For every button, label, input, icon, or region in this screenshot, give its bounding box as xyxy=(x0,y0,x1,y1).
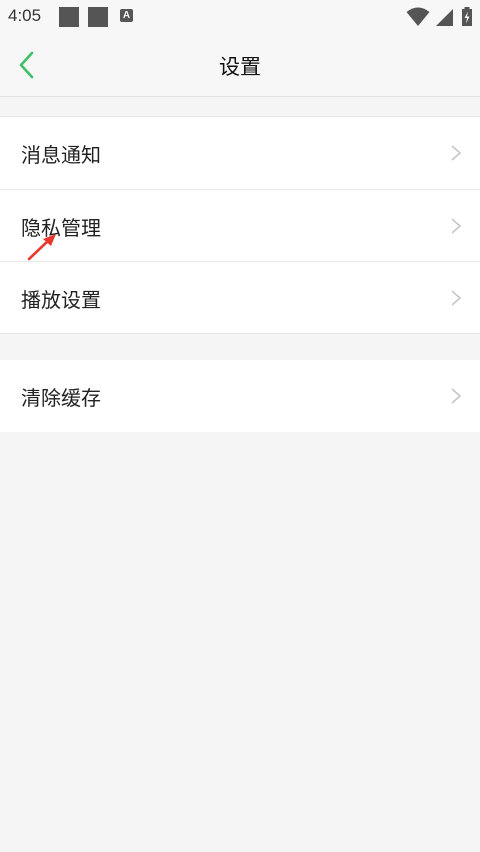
settings-item-playback-settings[interactable]: 播放设置 xyxy=(0,261,480,333)
settings-item-label: 清除缓存 xyxy=(21,386,101,410)
settings-item-label: 播放设置 xyxy=(21,288,101,312)
wifi-icon xyxy=(406,7,430,26)
chevron-right-icon xyxy=(451,388,462,404)
chevron-right-icon xyxy=(451,218,462,234)
settings-group-cache: 清除缓存 xyxy=(0,360,480,432)
battery-charging-icon xyxy=(462,7,472,26)
status-time: 4:05 xyxy=(8,6,42,25)
chevron-right-icon xyxy=(451,290,462,306)
chevron-right-icon xyxy=(451,145,462,161)
signal-icon xyxy=(435,9,453,26)
page-title: 设置 xyxy=(219,55,261,79)
settings-item-clear-cache[interactable]: 清除缓存 xyxy=(0,360,480,432)
settings-item-label: 消息通知 xyxy=(21,143,101,167)
red-arrow-icon xyxy=(27,234,56,261)
settings-group-main: 消息通知 隐私管理 播放设置 xyxy=(0,116,480,334)
notification-square-icon xyxy=(88,7,108,27)
status-bar: 4:05 A xyxy=(0,0,480,34)
top-navbar: 设置 xyxy=(0,34,480,97)
status-right-icons xyxy=(406,7,474,27)
notification-square-icon xyxy=(59,7,79,27)
settings-item-message-notification[interactable]: 消息通知 xyxy=(0,117,480,189)
settings-item-privacy-management[interactable]: 隐私管理 xyxy=(0,189,480,261)
a-icon: A xyxy=(120,9,133,22)
